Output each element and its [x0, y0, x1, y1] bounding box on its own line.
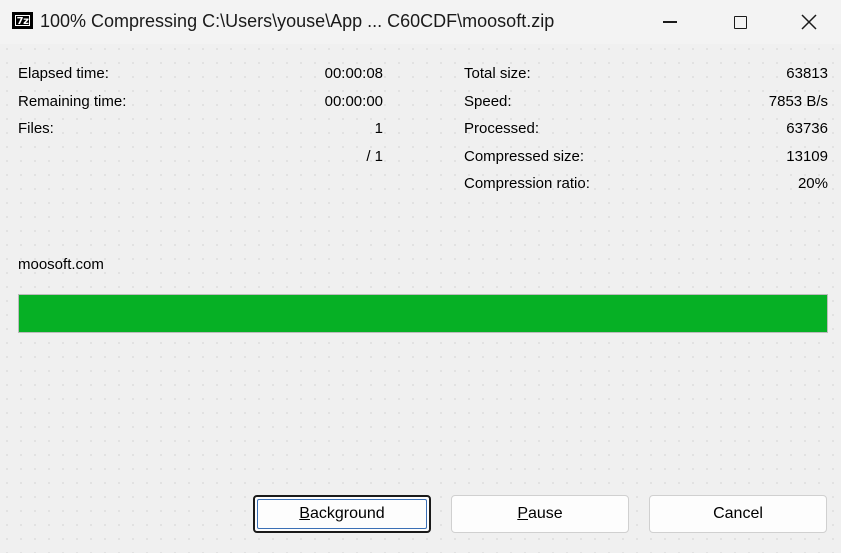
speed-label: Speed:	[464, 93, 512, 110]
compressed-size-label: Compressed size:	[464, 148, 585, 165]
files-value: 1	[374, 120, 383, 137]
total-size-label: Total size:	[464, 65, 531, 82]
elapsed-time-value: 00:00:08	[324, 65, 383, 82]
compressed-size-value: 13109	[786, 148, 828, 165]
pause-button[interactable]: Pause	[451, 495, 629, 533]
total-size-value: 63813	[786, 65, 828, 82]
window-title: 100% Compressing C:\Users\youse\App ... …	[40, 11, 555, 31]
remaining-time-label: Remaining time:	[18, 93, 127, 110]
background-button[interactable]: Background	[253, 495, 431, 533]
title-bar[interactable]: 7z 100% Compressing C:\Users\youse\App .…	[0, 0, 841, 44]
compression-ratio-value: 20%	[797, 175, 828, 192]
minimize-button[interactable]	[636, 0, 704, 44]
progress-bar-fill	[19, 295, 827, 332]
maximize-button[interactable]	[706, 0, 774, 44]
close-button[interactable]	[775, 0, 841, 44]
current-file-name: moosoft.com	[18, 256, 104, 273]
files-label: Files:	[18, 120, 54, 137]
elapsed-time-label: Elapsed time:	[18, 65, 109, 82]
7zip-app-icon: 7z	[12, 12, 33, 29]
processed-label: Processed:	[464, 120, 540, 137]
files-total-value: / 1	[366, 148, 383, 165]
background-button-label: Background	[299, 505, 385, 522]
remaining-time-value: 00:00:00	[324, 93, 383, 110]
minimize-icon	[663, 21, 677, 23]
cancel-button[interactable]: Cancel	[649, 495, 827, 533]
progress-bar	[18, 294, 828, 333]
compression-ratio-label: Compression ratio:	[464, 175, 590, 192]
close-icon	[801, 14, 817, 30]
processed-value: 63736	[786, 120, 828, 137]
speed-value: 7853 B/s	[768, 93, 828, 110]
maximize-icon	[733, 15, 747, 29]
compress-progress-window: 7z 100% Compressing C:\Users\youse\App .…	[0, 0, 841, 553]
pause-button-label: Pause	[517, 505, 563, 522]
